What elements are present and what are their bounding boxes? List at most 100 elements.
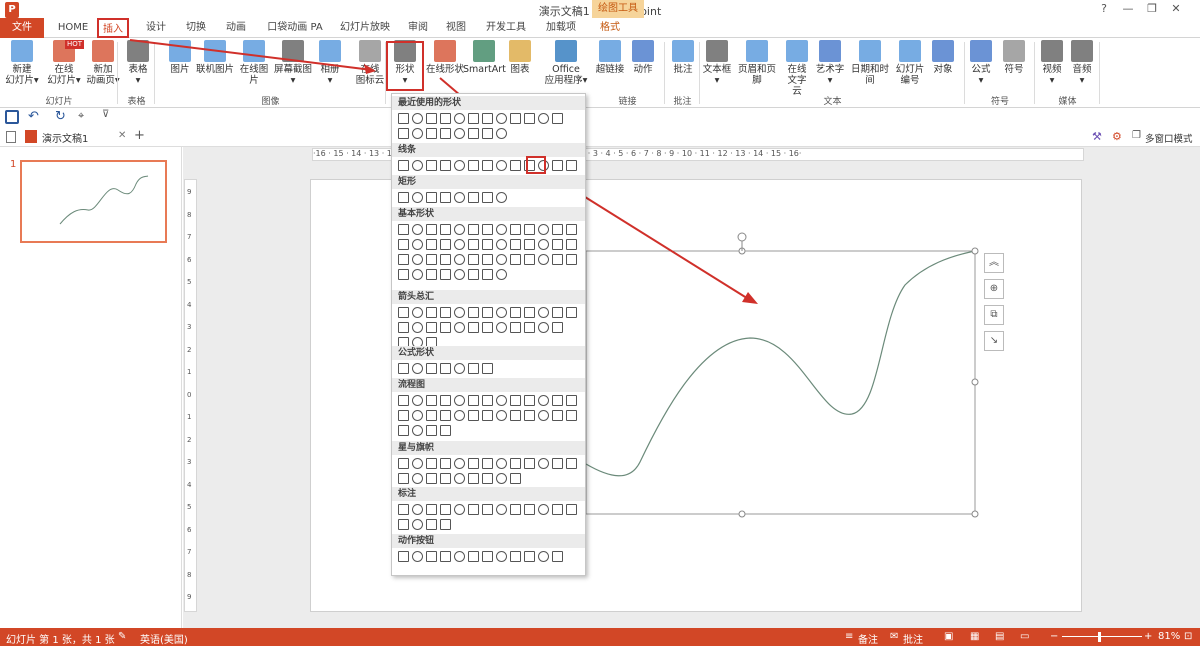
shape-tool-icon[interactable] [440,224,451,235]
shape-tool-icon[interactable] [496,269,507,280]
shape-tool-icon[interactable] [398,307,409,318]
shape-tool-icon[interactable] [426,458,437,469]
shape-tool-icon[interactable] [468,224,479,235]
shape-tool-icon[interactable] [440,551,451,562]
shape-tool-icon[interactable] [426,473,437,484]
notes-button[interactable]: 备注 [858,631,878,646]
shape-tool-icon[interactable] [552,239,563,250]
shape-tool-icon[interactable] [412,269,423,280]
shape-tool-icon[interactable] [440,363,451,374]
shape-tool-icon[interactable] [524,410,535,421]
shape-tool-icon[interactable] [468,128,479,139]
shape-tool-icon[interactable] [426,128,437,139]
shape-tool-icon[interactable] [454,192,465,203]
add-element-button[interactable]: ⊕ [984,279,1004,299]
shape-tool-icon[interactable] [398,113,409,124]
shape-tool-icon[interactable] [496,504,507,515]
shape-tool-icon[interactable] [510,458,521,469]
shape-tool-icon[interactable] [552,254,563,265]
zoom-slider[interactable] [1062,636,1142,637]
shape-tool-icon[interactable] [426,551,437,562]
zoom-level[interactable]: 81% [1158,631,1180,642]
shape-tool-icon[interactable] [398,551,409,562]
shape-tool-icon[interactable] [538,551,549,562]
shape-tool-icon[interactable] [468,113,479,124]
shape-tool-icon[interactable] [426,224,437,235]
shape-tool-icon[interactable] [454,458,465,469]
shape-tool-icon[interactable] [552,551,563,562]
shape-tool-icon[interactable] [510,160,521,171]
shape-tool-icon[interactable] [398,363,409,374]
shape-tool-icon[interactable] [426,395,437,406]
slideshow-icon[interactable]: ▭ [1020,631,1029,642]
shape-tool-icon[interactable] [440,410,451,421]
shape-tool-icon[interactable] [454,160,465,171]
shape-tool-icon[interactable] [538,254,549,265]
shape-tool-icon[interactable] [524,224,535,235]
shape-tool-icon[interactable] [440,128,451,139]
shape-tool-icon[interactable] [412,192,423,203]
shape-tool-icon[interactable] [440,425,451,436]
shape-tool-icon[interactable] [482,395,493,406]
shape-tool-icon[interactable] [440,269,451,280]
shape-tool-icon[interactable] [566,254,577,265]
shape-tool-icon[interactable] [468,551,479,562]
shape-tool-icon[interactable] [398,458,409,469]
shape-tool-icon[interactable] [538,239,549,250]
shape-tool-icon[interactable] [496,307,507,318]
shape-tool-icon[interactable] [552,224,563,235]
shape-tool-icon[interactable] [482,113,493,124]
shape-tool-icon[interactable] [510,254,521,265]
shape-tool-icon[interactable] [482,254,493,265]
shape-tool-icon[interactable] [454,239,465,250]
shape-tool-icon[interactable] [454,224,465,235]
shape-tool-icon[interactable] [482,322,493,333]
shape-tool-icon[interactable] [412,224,423,235]
shape-tool-icon[interactable] [468,473,479,484]
shape-tool-icon[interactable] [412,473,423,484]
shape-tool-icon[interactable] [552,322,563,333]
shape-tool-icon[interactable] [454,395,465,406]
shape-tool-icon[interactable] [398,519,409,530]
shape-tool-icon[interactable] [482,473,493,484]
shape-tool-icon[interactable] [398,160,409,171]
shape-tool-icon[interactable] [454,322,465,333]
shape-tool-icon[interactable] [398,128,409,139]
shape-tool-icon[interactable] [412,160,423,171]
shape-tool-icon[interactable] [524,458,535,469]
shape-tool-icon[interactable] [510,504,521,515]
shape-tool-icon[interactable] [426,239,437,250]
shape-tool-icon[interactable] [454,504,465,515]
shape-tool-icon[interactable] [468,322,479,333]
shape-tool-icon[interactable] [454,410,465,421]
shape-tool-icon[interactable] [496,128,507,139]
shape-tool-icon[interactable] [440,504,451,515]
shape-tool-icon[interactable] [510,551,521,562]
shape-tool-icon[interactable] [440,254,451,265]
shape-tool-icon[interactable] [412,128,423,139]
shape-tool-icon[interactable] [552,410,563,421]
shape-tool-icon[interactable] [552,395,563,406]
shape-tool-icon[interactable] [552,307,563,318]
shape-tool-icon[interactable] [440,113,451,124]
shape-tool-icon[interactable] [468,395,479,406]
shape-tool-icon[interactable] [468,410,479,421]
shape-tool-icon[interactable] [510,410,521,421]
shape-tool-icon[interactable] [524,322,535,333]
shape-tool-icon[interactable] [566,458,577,469]
shape-tool-icon[interactable] [468,239,479,250]
shape-tool-icon[interactable] [440,160,451,171]
layout-options-button[interactable]: ︽ [984,253,1004,273]
shape-tool-icon[interactable] [496,224,507,235]
shape-tool-icon[interactable] [538,395,549,406]
shape-tool-icon[interactable] [426,425,437,436]
fit-slide-icon[interactable]: ⊡ [1184,631,1192,642]
shape-tool-icon[interactable] [510,239,521,250]
slide-sorter-icon[interactable]: ▦ [970,631,979,642]
shape-tool-icon[interactable] [482,224,493,235]
shape-tool-icon[interactable] [524,504,535,515]
shape-tool-icon[interactable] [468,458,479,469]
shape-tool-icon[interactable] [426,410,437,421]
shape-tool-icon[interactable] [552,458,563,469]
shape-tool-icon[interactable] [398,322,409,333]
